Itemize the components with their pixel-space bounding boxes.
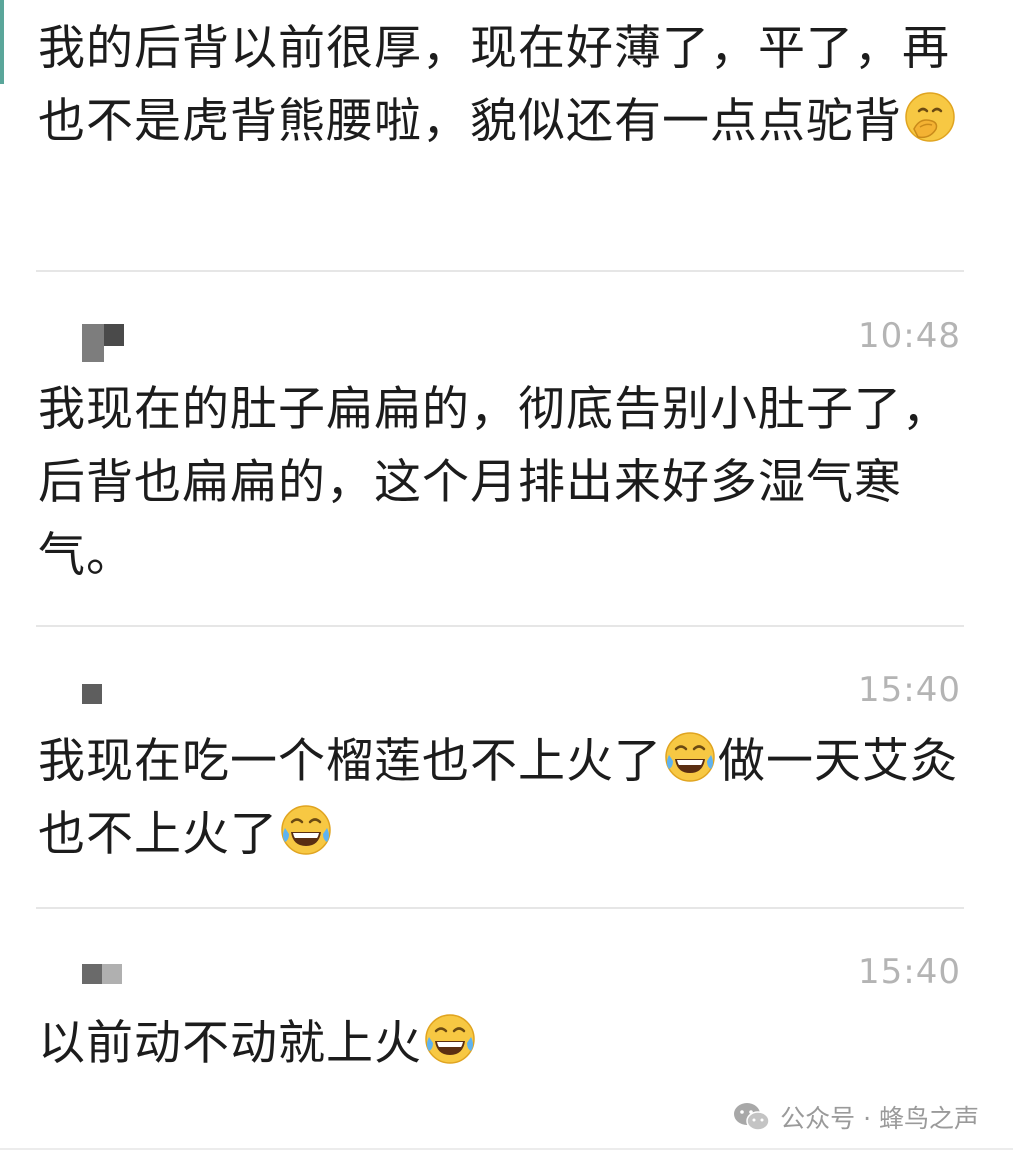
wechat-icon [734, 1103, 770, 1131]
message-2-text: 我现在的肚子扁扁的，彻底告别小肚子了，后背也扁扁的，这个月排出来好多湿气寒气。 [38, 373, 958, 592]
message-2-body: 我现在的肚子扁扁的，彻底告别小肚子了，后背也扁扁的，这个月排出来好多湿气寒气。 [38, 382, 950, 583]
watermark-text: 公众号 · 蜂鸟之声 [780, 1104, 979, 1133]
avatar-blurred [82, 324, 124, 362]
avatar-blurred [82, 684, 104, 708]
message-4-text: 以前动不动就上火 [38, 1007, 958, 1080]
timestamp: 15:40 [858, 670, 961, 710]
divider [36, 625, 964, 627]
message-1-body: 我的后背以前很厚，现在好薄了，平了，再也不是虎背熊腰啦，貌似还有一点点驼背 [38, 21, 950, 149]
watermark: 公众号 · 蜂鸟之声 [732, 1097, 979, 1137]
timestamp: 15:40 [858, 952, 961, 992]
divider [36, 270, 964, 272]
tears-of-joy-emoji-icon [278, 802, 334, 858]
hand-over-mouth-emoji-icon [902, 89, 958, 145]
divider [36, 907, 964, 909]
message-4-body: 以前动不动就上火 [38, 1016, 422, 1071]
bottom-divider [0, 1148, 1013, 1150]
tears-of-joy-emoji-icon [422, 1011, 478, 1067]
left-accent-bar [0, 0, 4, 84]
message-3-text: 我现在吃一个榴莲也不上火了 做一天艾灸也不上火了 [38, 725, 958, 871]
timestamp: 10:48 [858, 316, 961, 356]
message-3-body-a: 我现在吃一个榴莲也不上火了 [38, 734, 662, 789]
message-1-text: 我的后背以前很厚，现在好薄了，平了，再也不是虎背熊腰啦，貌似还有一点点驼背 [38, 12, 958, 158]
tears-of-joy-emoji-icon [662, 729, 718, 785]
avatar-blurred [82, 964, 124, 988]
